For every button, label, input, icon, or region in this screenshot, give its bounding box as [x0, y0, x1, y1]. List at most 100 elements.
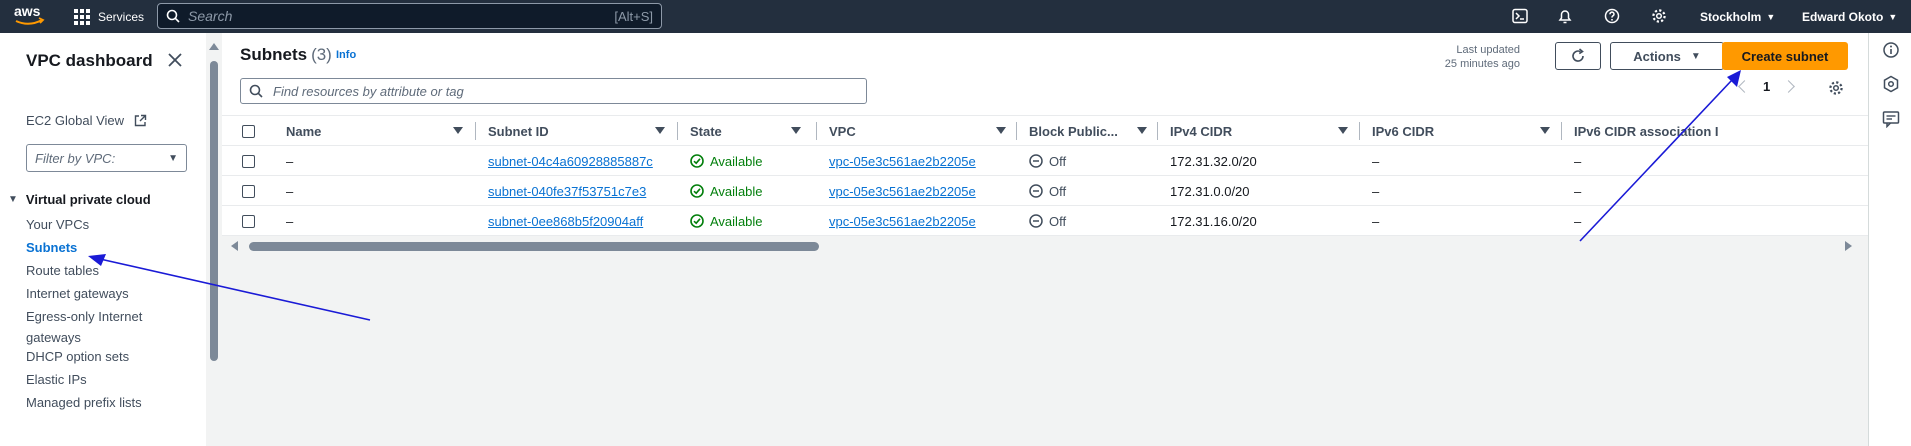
- vpc-link[interactable]: vpc-05e3c561ae2b2205e: [829, 154, 976, 169]
- sidebar-item-managed-prefix-lists[interactable]: Managed prefix lists: [26, 392, 176, 413]
- subnet-id-link[interactable]: subnet-04c4a60928885887c: [488, 154, 653, 169]
- table-preferences-gear-icon[interactable]: [1828, 80, 1844, 101]
- cell-subnet-id[interactable]: subnet-0ee868b5f20904aff: [488, 206, 643, 236]
- sidebar-item-subnets[interactable]: Subnets: [26, 237, 176, 258]
- cell-ipv4-cidr: 172.31.32.0/20: [1170, 153, 1257, 169]
- cell-subnet-id[interactable]: subnet-04c4a60928885887c: [488, 146, 653, 176]
- sort-icon: [1540, 127, 1550, 134]
- next-page-icon[interactable]: [1782, 80, 1796, 93]
- column-header-ipv6-cidr[interactable]: IPv6 CIDR: [1372, 116, 1552, 146]
- column-header-name[interactable]: Name: [286, 116, 466, 146]
- cell-ipv4-cidr: 172.31.0.0/20: [1170, 183, 1250, 199]
- notifications-bell-icon[interactable]: [1555, 6, 1575, 26]
- search-placeholder: Search: [188, 8, 233, 24]
- row-checkbox[interactable]: [242, 146, 255, 176]
- subnets-table: Name Subnet ID State VPC Block Public...…: [222, 115, 1868, 256]
- hexagon-settings-icon[interactable]: [1882, 75, 1900, 93]
- last-updated: Last updated 25 minutes ago: [1445, 43, 1520, 71]
- sidebar-item-egress-only-internet-gateways[interactable]: Egress-only Internet gateways: [26, 306, 161, 348]
- right-utility-rail: [1868, 33, 1911, 446]
- vpc-link[interactable]: vpc-05e3c561ae2b2205e: [829, 184, 976, 199]
- sidebar-item-elastic-ips[interactable]: Elastic IPs: [26, 369, 176, 390]
- info-circle-icon[interactable]: [1882, 41, 1900, 59]
- ec2-global-view-link[interactable]: EC2 Global View: [26, 113, 147, 128]
- page-title-text: Subnets: [240, 45, 308, 64]
- find-resources-placeholder: Find resources by attribute or tag: [273, 83, 464, 99]
- actions-button[interactable]: Actions ▼: [1610, 42, 1724, 70]
- scroll-right-arrow-icon[interactable]: [1845, 241, 1852, 251]
- column-header-ipv6-cidr-association[interactable]: IPv6 CIDR association I: [1574, 116, 1719, 146]
- aws-logo-text: aws: [14, 3, 41, 19]
- refresh-button[interactable]: [1555, 42, 1601, 70]
- subnet-id-link[interactable]: subnet-0ee868b5f20904aff: [488, 214, 643, 229]
- column-header-block-public-access[interactable]: Block Public...: [1029, 116, 1159, 146]
- external-link-icon: [134, 114, 146, 127]
- services-menu[interactable]: Services: [74, 0, 144, 33]
- create-subnet-button[interactable]: Create subnet: [1722, 42, 1848, 70]
- cell-state: Available: [690, 206, 763, 236]
- account-menu[interactable]: Edward Okoto ▼: [1802, 0, 1897, 33]
- vpc-link[interactable]: vpc-05e3c561ae2b2205e: [829, 214, 976, 229]
- scroll-up-arrow-icon[interactable]: [209, 43, 219, 50]
- table-horizontal-scrollbar[interactable]: [222, 236, 1868, 256]
- find-resources-input[interactable]: Find resources by attribute or tag: [240, 78, 867, 104]
- column-header-subnet-id[interactable]: Subnet ID: [488, 116, 668, 146]
- state-text: Available: [710, 153, 763, 169]
- table-row[interactable]: – subnet-04c4a60928885887c Available vpc…: [222, 146, 1868, 176]
- help-icon[interactable]: [1602, 6, 1622, 26]
- stopped-icon: [1029, 184, 1043, 198]
- row-checkbox[interactable]: [242, 176, 255, 206]
- cell-state: Available: [690, 146, 763, 176]
- check-circle-icon: [690, 214, 704, 228]
- table-row[interactable]: – subnet-0ee868b5f20904aff Available vpc…: [222, 206, 1868, 236]
- cell-state: Available: [690, 176, 763, 206]
- services-label: Services: [98, 9, 145, 24]
- column-header-ipv4-cidr[interactable]: IPv4 CIDR: [1170, 116, 1350, 146]
- sidebar-title[interactable]: VPC dashboard: [26, 51, 153, 71]
- column-header-vpc[interactable]: VPC: [829, 116, 1009, 146]
- column-label: IPv4 CIDR: [1170, 123, 1233, 139]
- sidebar-scrollbar[interactable]: [206, 33, 222, 446]
- select-all-checkbox[interactable]: [242, 116, 255, 146]
- scroll-left-arrow-icon[interactable]: [231, 241, 238, 251]
- settings-gear-icon[interactable]: [1649, 6, 1669, 26]
- column-label: Subnet ID: [488, 123, 549, 139]
- sort-icon: [1137, 127, 1147, 134]
- info-link[interactable]: Info: [336, 49, 356, 61]
- search-shortcut: [Alt+S]: [614, 8, 653, 24]
- previous-page-icon[interactable]: [1738, 80, 1751, 93]
- caret-down-icon: ▼: [1766, 11, 1776, 22]
- scrollbar-thumb[interactable]: [249, 242, 819, 251]
- block-text: Off: [1049, 213, 1067, 229]
- close-icon[interactable]: [166, 51, 184, 69]
- cell-subnet-id[interactable]: subnet-040fe37f53751c7e3: [488, 176, 646, 206]
- sort-icon: [1338, 127, 1348, 134]
- page-number[interactable]: 1: [1763, 79, 1770, 94]
- feedback-icon[interactable]: [1882, 110, 1900, 129]
- caret-down-icon: ▼: [168, 152, 178, 164]
- aws-logo[interactable]: aws: [13, 2, 47, 30]
- cell-vpc[interactable]: vpc-05e3c561ae2b2205e: [829, 176, 976, 206]
- table-row[interactable]: – subnet-040fe37f53751c7e3 Available vpc…: [222, 176, 1868, 206]
- region-selector[interactable]: Stockholm ▼: [1700, 0, 1775, 33]
- scrollbar-thumb[interactable]: [210, 61, 218, 361]
- sidebar-item-your-vpcs[interactable]: Your VPCs: [26, 214, 176, 235]
- page-title: Subnets (3): [240, 45, 332, 65]
- cloudshell-icon[interactable]: [1510, 6, 1530, 26]
- sidebar-item-internet-gateways[interactable]: Internet gateways: [26, 283, 176, 304]
- column-header-state[interactable]: State: [690, 116, 810, 146]
- row-checkbox[interactable]: [242, 206, 255, 236]
- cell-block-public-access: Off: [1029, 206, 1066, 236]
- global-search-input[interactable]: Search [Alt+S]: [157, 3, 662, 29]
- caret-down-icon: ▼: [1888, 11, 1898, 22]
- cell-vpc[interactable]: vpc-05e3c561ae2b2205e: [829, 146, 976, 176]
- sidebar-item-dhcp-option-sets[interactable]: DHCP option sets: [26, 346, 176, 367]
- sidebar-item-route-tables[interactable]: Route tables: [26, 260, 176, 281]
- section-virtual-private-cloud[interactable]: ▼ Virtual private cloud: [8, 192, 151, 207]
- filter-by-vpc-select[interactable]: Filter by VPC: ▼: [26, 144, 187, 172]
- block-text: Off: [1049, 183, 1067, 199]
- subnet-id-link[interactable]: subnet-040fe37f53751c7e3: [488, 184, 646, 199]
- refresh-icon: [1572, 48, 1584, 62]
- cell-name: –: [286, 213, 294, 229]
- cell-vpc[interactable]: vpc-05e3c561ae2b2205e: [829, 206, 976, 236]
